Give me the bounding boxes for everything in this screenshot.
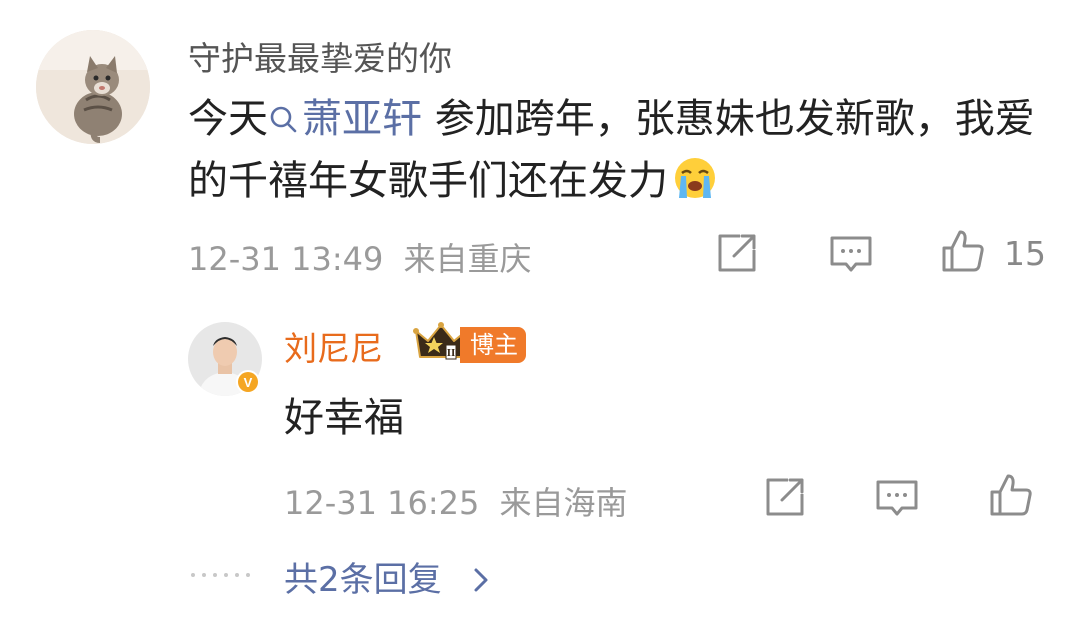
comment-time: 12-31 13:49 — [188, 240, 384, 278]
like-icon[interactable] — [940, 228, 986, 274]
commenter-avatar[interactable] — [36, 30, 150, 144]
topic-label: 萧亚轩 — [302, 96, 422, 142]
topic-link[interactable]: 萧亚轩 — [268, 96, 422, 142]
commenter-name[interactable]: 守护最最挚爱的你 — [188, 32, 452, 80]
comment-text-before: 今天 — [188, 96, 268, 142]
reply-share-icon[interactable] — [762, 474, 808, 520]
comment-meta: 12-31 13:49 来自重庆 — [188, 234, 532, 280]
view-replies-link[interactable]: 共2条回复 — [284, 552, 492, 601]
blogger-badge: 博主 — [460, 327, 526, 363]
reply-time: 12-31 16:25 — [284, 484, 480, 522]
comment-location: 来自重庆 — [403, 240, 532, 278]
reply-text: 好幸福 — [284, 395, 404, 441]
replier-name[interactable]: 刘尼尼 — [284, 322, 383, 370]
svg-text:II: II — [447, 347, 456, 359]
reply-meta: 12-31 16:25 来自海南 — [284, 478, 628, 524]
reply-location: 来自海南 — [499, 484, 628, 522]
share-icon[interactable] — [714, 230, 760, 276]
reply-comment-icon[interactable] — [874, 476, 920, 522]
like-count: 15 — [1004, 234, 1046, 273]
crying-face-icon — [675, 158, 715, 198]
chevron-right-icon — [474, 568, 488, 592]
reply-like-icon[interactable] — [988, 472, 1034, 518]
svg-text:V: V — [244, 375, 253, 390]
comment-text: 今天 萧亚轩 参加跨年，张惠妹也发新歌，我爱的千禧年女歌手们还在发力 — [188, 88, 1058, 212]
search-icon — [270, 106, 297, 133]
replier-avatar[interactable]: V — [188, 322, 262, 396]
view-replies-label: 共2条回复 — [284, 560, 442, 600]
separator-dots — [191, 573, 250, 577]
comment-icon[interactable] — [828, 232, 874, 278]
